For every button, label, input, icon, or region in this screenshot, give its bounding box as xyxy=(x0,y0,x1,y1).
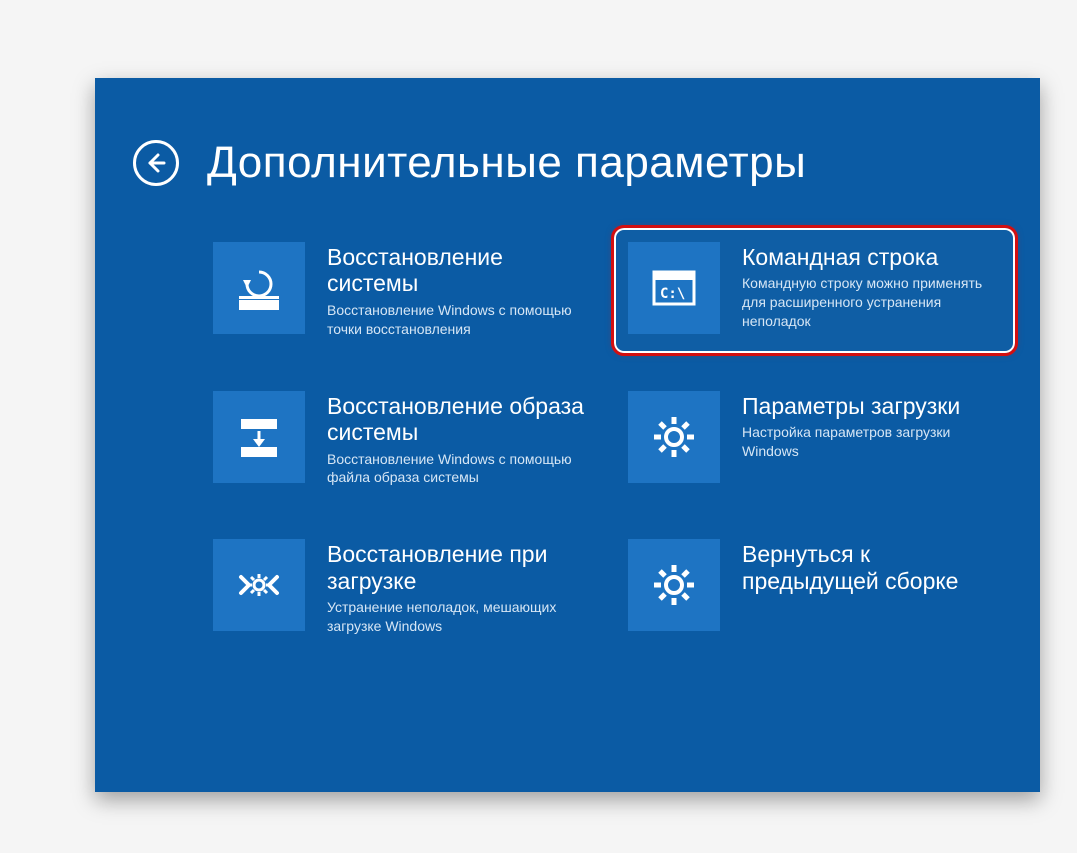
gear-icon xyxy=(644,407,704,467)
svg-text:C:\: C:\ xyxy=(660,286,685,302)
tile xyxy=(213,242,305,334)
option-title: Командная строка xyxy=(742,244,1001,270)
option-go-back-build[interactable]: Вернуться к предыдущей сборке xyxy=(622,533,1007,642)
option-text: Восстановление системы Восстановление Wi… xyxy=(327,242,586,339)
option-title: Восстановление системы xyxy=(327,244,586,297)
gear-icon xyxy=(644,555,704,615)
option-title: Восстановление образа системы xyxy=(327,393,586,446)
option-image-recovery[interactable]: Восстановление образа системы Восстановл… xyxy=(207,385,592,494)
option-title: Вернуться к предыдущей сборке xyxy=(742,541,1001,594)
header: Дополнительные параметры xyxy=(133,138,806,188)
option-title: Восстановление при загрузке xyxy=(327,541,586,594)
option-startup-settings[interactable]: Параметры загрузки Настройка параметров … xyxy=(622,385,1007,494)
tile xyxy=(213,539,305,631)
command-prompt-icon: C:\ xyxy=(644,258,704,318)
options-grid: Восстановление системы Восстановление Wi… xyxy=(207,236,1007,642)
page-title: Дополнительные параметры xyxy=(207,138,806,188)
option-text: Параметры загрузки Настройка параметров … xyxy=(742,391,1001,461)
option-system-restore[interactable]: Восстановление системы Восстановление Wi… xyxy=(207,236,592,345)
tile xyxy=(628,539,720,631)
option-desc: Настройка параметров загрузки Windows xyxy=(742,423,1001,461)
option-text: Вернуться к предыдущей сборке xyxy=(742,539,1001,598)
option-command-prompt[interactable]: C:\ Командная строка Командную строку мо… xyxy=(614,228,1015,353)
option-text: Командная строка Командную строку можно … xyxy=(742,242,1001,331)
option-text: Восстановление при загрузке Устранение н… xyxy=(327,539,586,636)
option-text: Восстановление образа системы Восстановл… xyxy=(327,391,586,488)
tile xyxy=(213,391,305,483)
recovery-window: Дополнительные параметры Восстановление … xyxy=(95,78,1040,792)
option-desc: Восстановление Windows с помощью точки в… xyxy=(327,301,586,339)
image-recovery-icon xyxy=(229,407,289,467)
startup-repair-icon xyxy=(229,555,289,615)
option-startup-repair[interactable]: Восстановление при загрузке Устранение н… xyxy=(207,533,592,642)
option-desc: Восстановление Windows с помощью файла о… xyxy=(327,450,586,488)
option-desc: Командную строку можно применять для рас… xyxy=(742,274,1001,331)
back-button[interactable] xyxy=(133,140,179,186)
tile: C:\ xyxy=(628,242,720,334)
back-arrow-icon xyxy=(144,151,168,175)
option-title: Параметры загрузки xyxy=(742,393,1001,419)
option-desc: Устранение неполадок, мешающих загрузке … xyxy=(327,598,586,636)
tile xyxy=(628,391,720,483)
system-restore-icon xyxy=(229,258,289,318)
